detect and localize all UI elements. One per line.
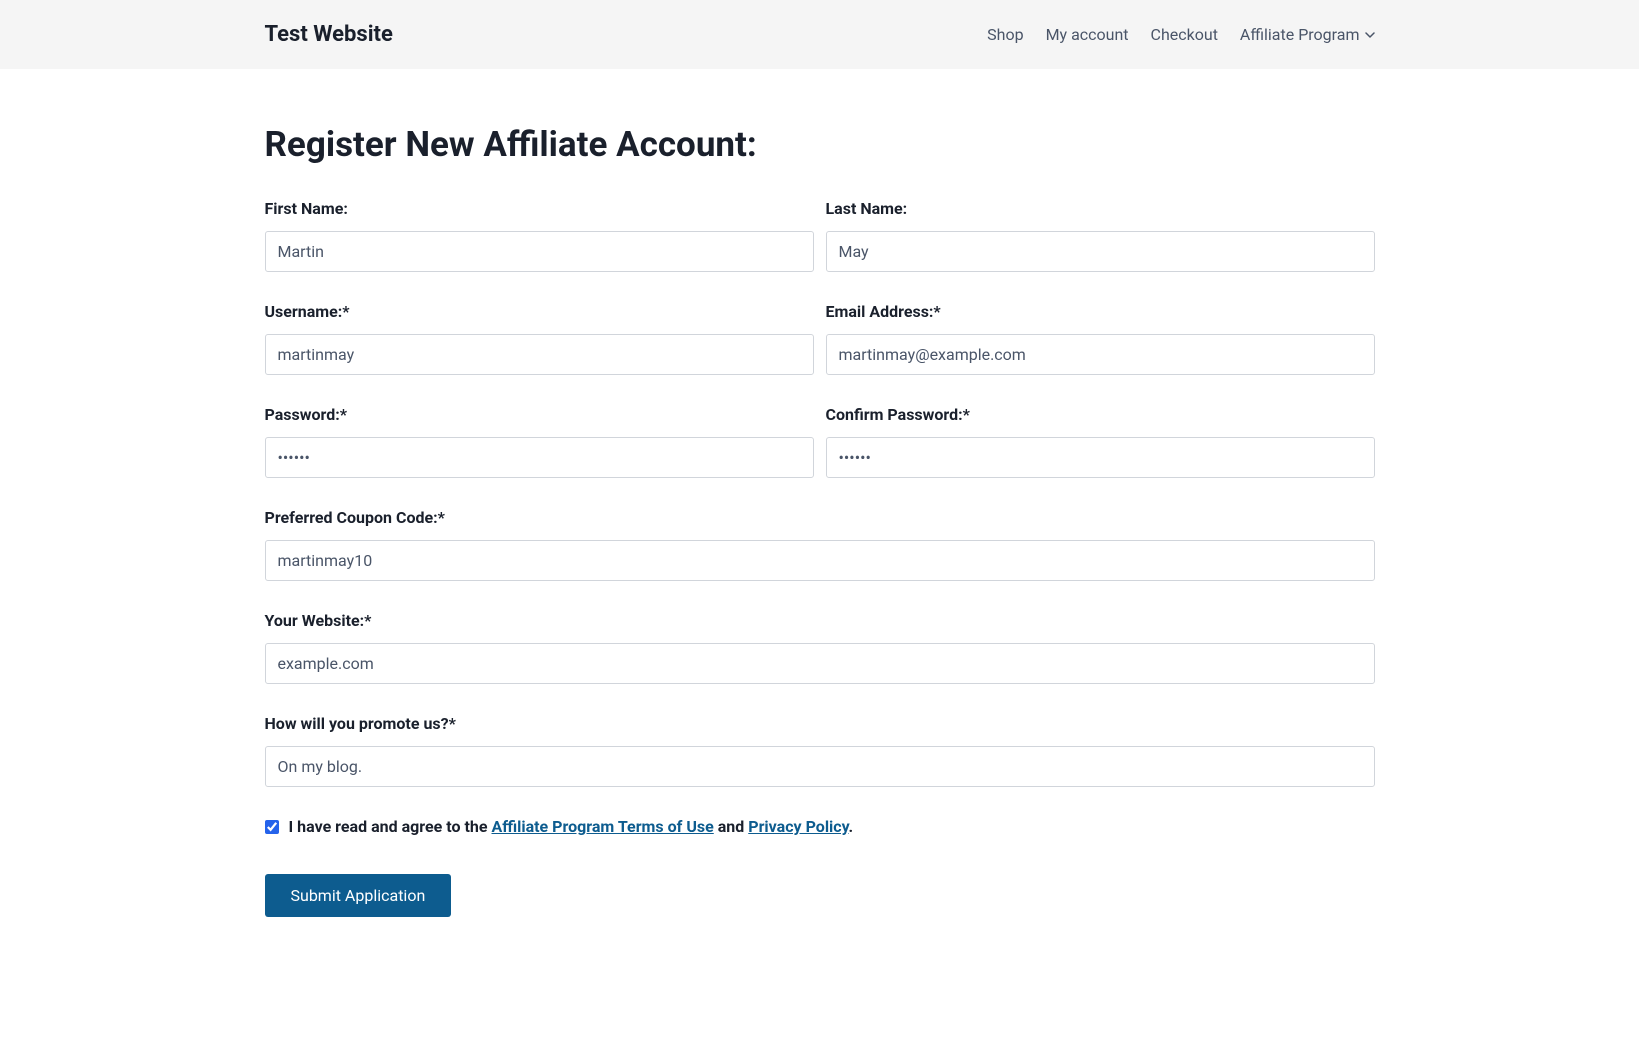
terms-mid: and bbox=[714, 817, 749, 836]
confirm-password-label: Confirm Password:* bbox=[826, 405, 1375, 424]
first-name-input[interactable] bbox=[265, 231, 814, 272]
nav-checkout[interactable]: Checkout bbox=[1151, 25, 1218, 44]
promote-label: How will you promote us?* bbox=[265, 714, 1375, 733]
terms-checkbox[interactable] bbox=[265, 820, 279, 834]
submit-button[interactable]: Submit Application bbox=[265, 874, 452, 917]
nav-affiliate-program-label: Affiliate Program bbox=[1240, 25, 1360, 44]
first-name-group: First Name: bbox=[265, 199, 814, 272]
primary-nav: Shop My account Checkout Affiliate Progr… bbox=[987, 25, 1374, 44]
terms-row: I have read and agree to the Affiliate P… bbox=[265, 817, 1375, 836]
terms-text: I have read and agree to the Affiliate P… bbox=[289, 817, 854, 836]
chevron-down-icon bbox=[1365, 32, 1375, 38]
page-title: Register New Affiliate Account: bbox=[265, 124, 1375, 165]
username-input[interactable] bbox=[265, 334, 814, 375]
terms-link-tos[interactable]: Affiliate Program Terms of Use bbox=[491, 817, 713, 836]
main-content: Register New Affiliate Account: First Na… bbox=[265, 69, 1375, 957]
nav-my-account[interactable]: My account bbox=[1046, 25, 1129, 44]
website-group: Your Website:* bbox=[265, 611, 1375, 684]
nav-affiliate-program[interactable]: Affiliate Program bbox=[1240, 25, 1375, 44]
website-label: Your Website:* bbox=[265, 611, 1375, 630]
first-name-label: First Name: bbox=[265, 199, 814, 218]
password-input[interactable] bbox=[265, 437, 814, 478]
username-group: Username:* bbox=[265, 302, 814, 375]
username-label: Username:* bbox=[265, 302, 814, 321]
coupon-group: Preferred Coupon Code:* bbox=[265, 508, 1375, 581]
password-label: Password:* bbox=[265, 405, 814, 424]
confirm-password-group: Confirm Password:* bbox=[826, 405, 1375, 478]
last-name-label: Last Name: bbox=[826, 199, 1375, 218]
promote-input[interactable] bbox=[265, 746, 1375, 787]
site-header: Test Website Shop My account Checkout Af… bbox=[0, 0, 1639, 69]
last-name-input[interactable] bbox=[826, 231, 1375, 272]
email-label: Email Address:* bbox=[826, 302, 1375, 321]
password-group: Password:* bbox=[265, 405, 814, 478]
coupon-label: Preferred Coupon Code:* bbox=[265, 508, 1375, 527]
nav-shop[interactable]: Shop bbox=[987, 25, 1023, 44]
confirm-password-input[interactable] bbox=[826, 437, 1375, 478]
email-group: Email Address:* bbox=[826, 302, 1375, 375]
terms-prefix: I have read and agree to the bbox=[289, 817, 492, 836]
email-input[interactable] bbox=[826, 334, 1375, 375]
promote-group: How will you promote us?* bbox=[265, 714, 1375, 787]
website-input[interactable] bbox=[265, 643, 1375, 684]
terms-suffix: . bbox=[849, 817, 854, 836]
coupon-input[interactable] bbox=[265, 540, 1375, 581]
site-title[interactable]: Test Website bbox=[265, 22, 393, 47]
last-name-group: Last Name: bbox=[826, 199, 1375, 272]
terms-link-privacy[interactable]: Privacy Policy bbox=[748, 817, 848, 836]
